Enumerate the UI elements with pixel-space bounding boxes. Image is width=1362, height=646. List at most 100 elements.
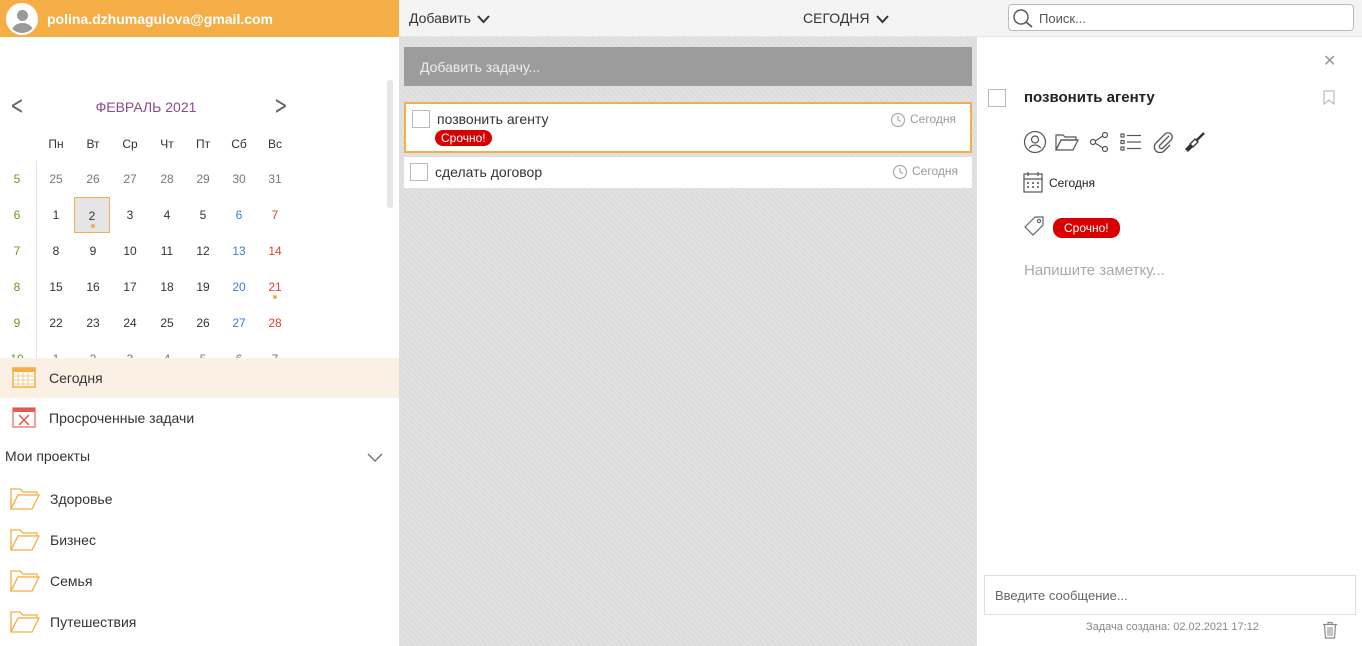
calendar-day[interactable]: 10 <box>112 233 148 269</box>
calendar-day[interactable]: 27 <box>112 161 148 197</box>
calendar-day[interactable]: 5 <box>185 197 221 233</box>
projects-header[interactable]: Мои проекты <box>5 448 385 468</box>
week-number[interactable]: 5 <box>2 172 32 186</box>
chevron-right-icon[interactable]: > <box>274 93 287 119</box>
calendar-day[interactable]: 17 <box>112 269 148 305</box>
calendar-day[interactable]: 21 <box>257 269 293 305</box>
folder-icon <box>9 567 41 596</box>
urgent-tag[interactable]: Срочно! <box>1053 217 1120 238</box>
urgent-tag[interactable]: Срочно! <box>435 130 492 146</box>
calendar-day-number: 14 <box>268 244 282 258</box>
detail-title[interactable]: позвонить агенту <box>1024 89 1155 106</box>
add-label: Добавить <box>409 10 471 26</box>
calendar-day[interactable]: 25 <box>149 305 185 341</box>
calendar-scrollbar[interactable] <box>387 80 393 208</box>
calendar-day[interactable]: 28 <box>257 305 293 341</box>
calendar-day[interactable]: 1 <box>38 197 74 233</box>
date-filter-dropdown[interactable]: СЕГОДНЯ <box>803 10 889 26</box>
sidebar-item-today[interactable]: Сегодня <box>0 358 399 398</box>
calendar-day-number: 29 <box>196 172 210 186</box>
calendar-day[interactable]: 25 <box>38 161 74 197</box>
calendar-day[interactable]: 12 <box>185 233 221 269</box>
checklist-icon[interactable] <box>1119 130 1143 154</box>
calendar-day-number: 19 <box>196 280 210 294</box>
calendar-day[interactable]: 14 <box>257 233 293 269</box>
sidebar-item-project[interactable]: Здоровье <box>0 479 399 519</box>
calendar-day-number: 16 <box>86 280 100 294</box>
calendar-day[interactable]: 4 <box>149 197 185 233</box>
search-icon <box>1013 9 1033 28</box>
task-checkbox[interactable] <box>412 110 430 128</box>
task-indicator-dot <box>273 295 277 299</box>
calendar-day[interactable]: 31 <box>257 161 293 197</box>
calendar-day[interactable]: 8 <box>38 233 74 269</box>
clock-icon <box>890 112 906 128</box>
week-number[interactable]: 8 <box>2 280 32 294</box>
calendar-day-number: 9 <box>89 244 97 258</box>
calendar-day[interactable]: 22 <box>38 305 74 341</box>
calendar-day-number: 31 <box>268 172 282 186</box>
share-icon[interactable] <box>1087 130 1111 154</box>
tag-icon[interactable] <box>1023 215 1045 240</box>
calendar-day[interactable]: 6 <box>221 197 257 233</box>
calendar-day[interactable]: 11 <box>149 233 185 269</box>
project-label: Бизнес <box>50 532 96 548</box>
search-box[interactable] <box>1008 4 1354 31</box>
calendar-day[interactable]: 3 <box>112 197 148 233</box>
trash-icon[interactable] <box>1322 621 1338 642</box>
calendar-day[interactable]: 20 <box>221 269 257 305</box>
calendar-day[interactable]: 29 <box>185 161 221 197</box>
sidebar-item-project[interactable]: Семья <box>0 561 399 601</box>
user-bar[interactable]: polina.dzhumagulova@gmail.com <box>0 0 399 37</box>
calendar-day[interactable]: 2 <box>74 197 110 233</box>
folder-icon <box>9 526 41 555</box>
calendar-day[interactable]: 15 <box>38 269 74 305</box>
calendar-day[interactable]: 23 <box>75 305 111 341</box>
folder-icon[interactable] <box>1055 130 1079 154</box>
calendar-day-number: 23 <box>86 316 100 330</box>
chevron-down-icon <box>477 15 490 24</box>
calendar-day[interactable]: 18 <box>149 269 185 305</box>
calendar-day-number: 11 <box>160 244 174 258</box>
calendar-day[interactable]: 13 <box>221 233 257 269</box>
week-number[interactable]: 9 <box>2 316 32 330</box>
calendar-day[interactable]: 30 <box>221 161 257 197</box>
calendar-day[interactable]: 7 <box>257 197 293 233</box>
add-task-bar[interactable] <box>404 47 972 86</box>
note-field[interactable]: Напишите заметку... <box>1024 262 1165 279</box>
sidebar-item-overdue[interactable]: Просроченные задачи <box>0 398 399 438</box>
close-icon[interactable]: ✕ <box>1323 51 1336 70</box>
calendar-day[interactable]: 19 <box>185 269 221 305</box>
calendar-day[interactable]: 27 <box>221 305 257 341</box>
week-number[interactable]: 7 <box>2 244 32 258</box>
task-checkbox[interactable] <box>410 163 428 181</box>
sidebar-item-project[interactable]: Путешествия <box>0 602 399 642</box>
calendar-day[interactable]: 26 <box>75 161 111 197</box>
calendar-day-number: 17 <box>123 280 137 294</box>
calendar-day[interactable]: 16 <box>75 269 111 305</box>
calendar-today-icon <box>12 366 36 391</box>
search-input[interactable] <box>1039 8 1339 28</box>
bookmark-icon[interactable] <box>1323 90 1335 108</box>
calendar-day[interactable]: 26 <box>185 305 221 341</box>
message-box[interactable] <box>984 575 1356 615</box>
message-input[interactable] <box>985 576 1355 614</box>
detail-due-date[interactable]: Сегодня <box>1023 171 1095 195</box>
calendar-day-number: 27 <box>232 316 246 330</box>
detail-checkbox[interactable] <box>988 89 1006 107</box>
task-row[interactable]: сделать договор Сегодня <box>404 157 972 188</box>
task-row[interactable]: позвонить агенту Сегодня Срочно! <box>404 102 972 153</box>
paperclip-icon[interactable] <box>1151 130 1175 154</box>
assign-user-icon[interactable] <box>1023 130 1047 154</box>
calendar-day[interactable]: 24 <box>112 305 148 341</box>
calendar-day[interactable]: 28 <box>149 161 185 197</box>
avatar[interactable] <box>6 2 38 35</box>
brush-icon[interactable] <box>1183 130 1207 154</box>
week-number[interactable]: 6 <box>2 208 32 222</box>
calendar-day[interactable]: 9 <box>75 233 111 269</box>
sidebar-item-project[interactable]: Бизнес <box>0 520 399 560</box>
chevron-down-icon <box>875 15 889 24</box>
add-task-input[interactable] <box>404 47 972 86</box>
chevron-down-icon[interactable] <box>367 450 383 466</box>
add-dropdown-button[interactable]: Добавить <box>409 10 490 26</box>
